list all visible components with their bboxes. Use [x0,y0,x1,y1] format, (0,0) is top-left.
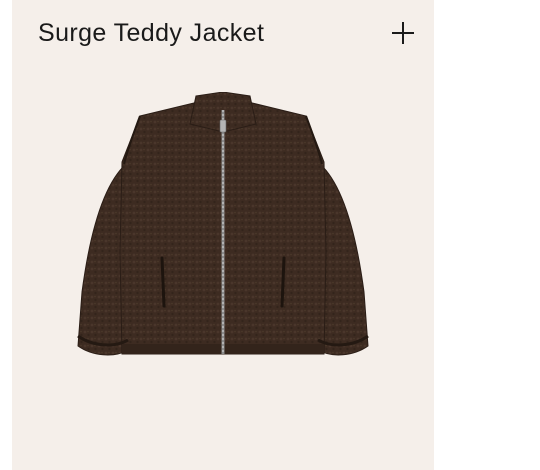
product-image[interactable] [62,91,384,364]
add-button[interactable] [388,18,418,48]
plus-icon [388,18,418,48]
product-title[interactable]: Surge Teddy Jacket [38,17,264,49]
product-card[interactable]: Surge Teddy Jacket [12,0,434,470]
